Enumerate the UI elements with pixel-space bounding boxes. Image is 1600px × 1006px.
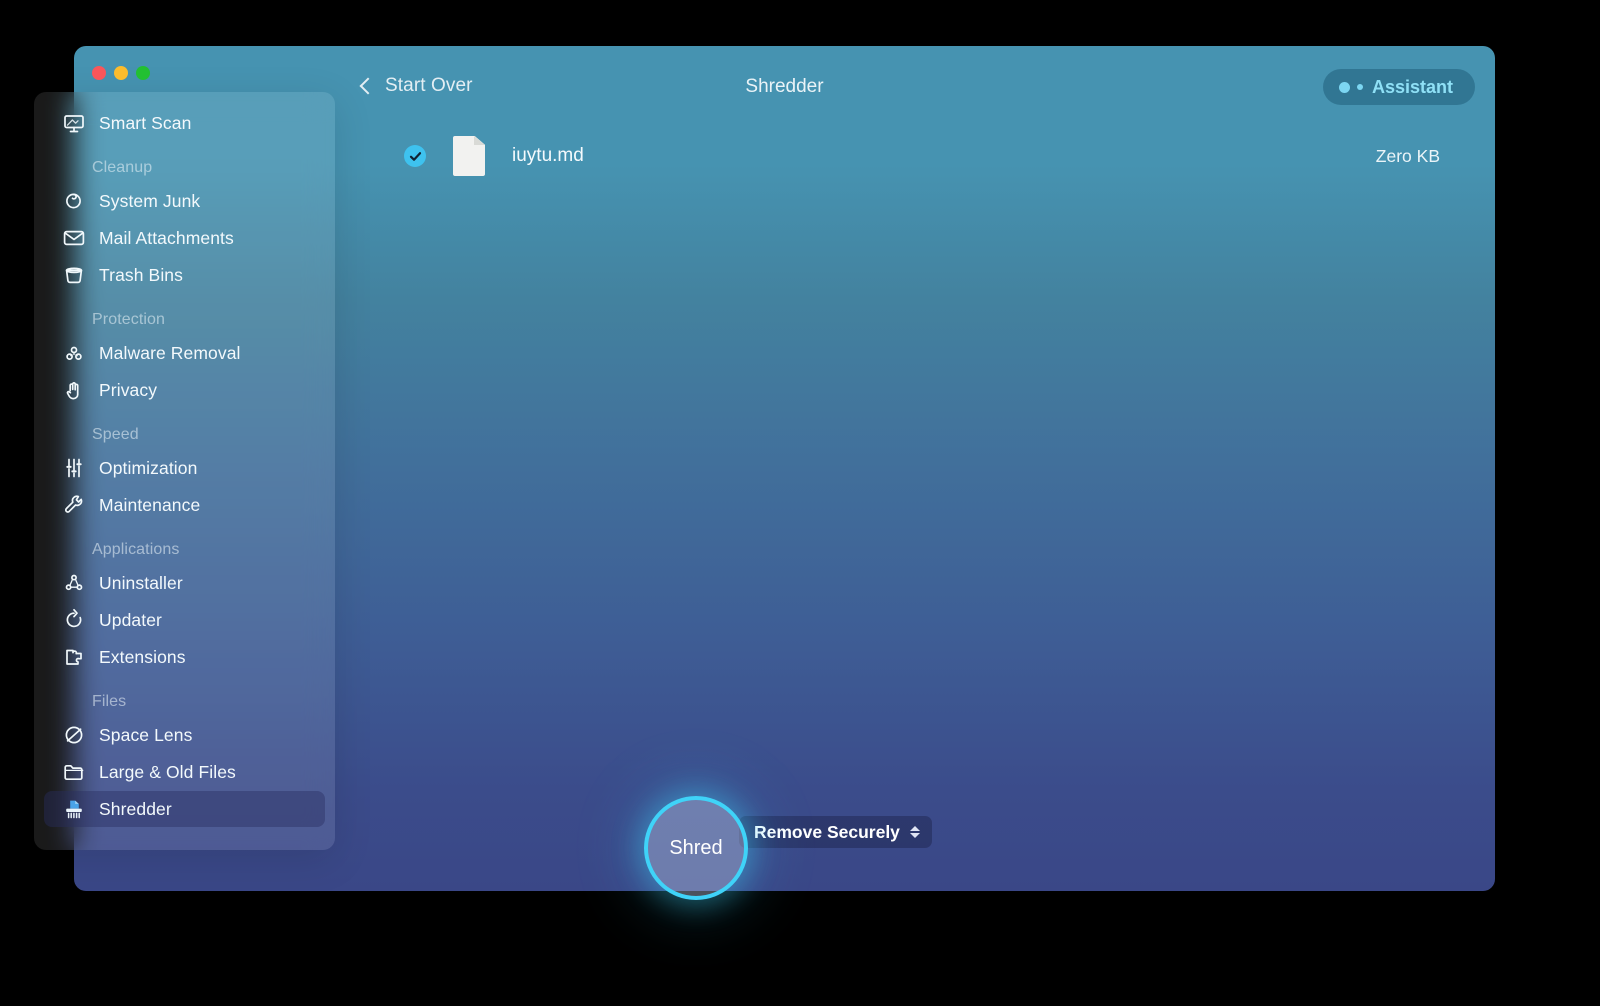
sidebar-item-label: System Junk	[99, 191, 200, 212]
biohazard-icon	[59, 340, 89, 366]
sidebar-group-label-speed: Speed	[34, 426, 335, 444]
sidebar: Smart Scan Cleanup System Junk Mail Attachm…	[34, 92, 335, 850]
sidebar-item-label: Smart Scan	[99, 113, 191, 134]
sidebar-item-privacy[interactable]: Privacy	[44, 372, 325, 408]
envelope-icon	[59, 225, 89, 251]
apps-icon	[59, 570, 89, 596]
shred-button[interactable]: Shred	[644, 796, 748, 900]
sidebar-group-label-files: Files	[34, 693, 335, 711]
sidebar-item-label: Malware Removal	[99, 343, 241, 364]
sidebar-item-trash-bins[interactable]: Trash Bins	[44, 257, 325, 293]
document-icon	[453, 136, 485, 176]
sidebar-item-smart-scan[interactable]: Smart Scan	[44, 105, 325, 141]
sidebar-group-label-cleanup: Cleanup	[34, 159, 335, 177]
file-name: iuytu.md	[512, 145, 1376, 167]
sidebar-group-label-protection: Protection	[34, 311, 335, 329]
sidebar-item-label: Uninstaller	[99, 573, 183, 594]
file-list: iuytu.md Zero KB	[364, 130, 1495, 771]
removal-mode-label: Remove Securely	[754, 822, 900, 843]
lens-icon	[59, 722, 89, 748]
sidebar-item-maintenance[interactable]: Maintenance	[44, 487, 325, 523]
assistant-button[interactable]: Assistant	[1323, 69, 1475, 105]
close-button[interactable]	[92, 66, 106, 80]
hand-icon	[59, 377, 89, 403]
sidebar-item-label: Maintenance	[99, 495, 200, 516]
sidebar-item-optimization[interactable]: Optimization	[44, 450, 325, 486]
assistant-dot-small-icon	[1357, 84, 1363, 90]
sidebar-item-label: Updater	[99, 610, 162, 631]
sidebar-item-space-lens[interactable]: Space Lens	[44, 717, 325, 753]
sidebar-item-label: Space Lens	[99, 725, 192, 746]
sidebar-item-malware-removal[interactable]: Malware Removal	[44, 335, 325, 371]
sidebar-item-updater[interactable]: Updater	[44, 602, 325, 638]
sidebar-item-system-junk[interactable]: System Junk	[44, 183, 325, 219]
chevron-updown-icon	[910, 826, 920, 838]
puzzle-icon	[59, 644, 89, 670]
trash-icon	[59, 262, 89, 288]
broom-icon	[59, 188, 89, 214]
sidebar-item-label: Privacy	[99, 380, 157, 401]
sliders-icon	[59, 455, 89, 481]
sidebar-item-label: Mail Attachments	[99, 228, 234, 249]
bottom-action-bar: Remove Securely	[364, 771, 1495, 891]
sidebar-item-label: Optimization	[99, 458, 197, 479]
assistant-dot-large-icon	[1339, 82, 1350, 93]
sidebar-item-extensions[interactable]: Extensions	[44, 639, 325, 675]
sidebar-item-mail-attachments[interactable]: Mail Attachments	[44, 220, 325, 256]
file-checkbox[interactable]	[404, 145, 426, 167]
shred-button-label: Shred	[669, 837, 722, 860]
removal-mode-select[interactable]: Remove Securely	[739, 816, 932, 848]
sidebar-group-label-applications: Applications	[34, 541, 335, 559]
sidebar-item-label: Extensions	[99, 647, 186, 668]
folder-icon	[59, 759, 89, 785]
assistant-label: Assistant	[1372, 77, 1453, 98]
shredder-icon	[59, 796, 89, 822]
sidebar-item-label: Large & Old Files	[99, 762, 236, 783]
monitor-icon	[59, 110, 89, 136]
file-row[interactable]: iuytu.md Zero KB	[364, 130, 1495, 182]
zoom-button[interactable]	[136, 66, 150, 80]
window-traffic-lights	[92, 66, 150, 80]
app-window: Start Over Shredder Assistant iuyt	[74, 46, 1495, 891]
wrench-icon	[59, 492, 89, 518]
refresh-icon	[59, 607, 89, 633]
sidebar-item-large-old-files[interactable]: Large & Old Files	[44, 754, 325, 790]
file-size: Zero KB	[1376, 146, 1440, 167]
sidebar-item-uninstaller[interactable]: Uninstaller	[44, 565, 325, 601]
sidebar-item-label: Shredder	[99, 799, 172, 820]
sidebar-item-label: Trash Bins	[99, 265, 183, 286]
sidebar-item-shredder[interactable]: Shredder	[44, 791, 325, 827]
minimize-button[interactable]	[114, 66, 128, 80]
